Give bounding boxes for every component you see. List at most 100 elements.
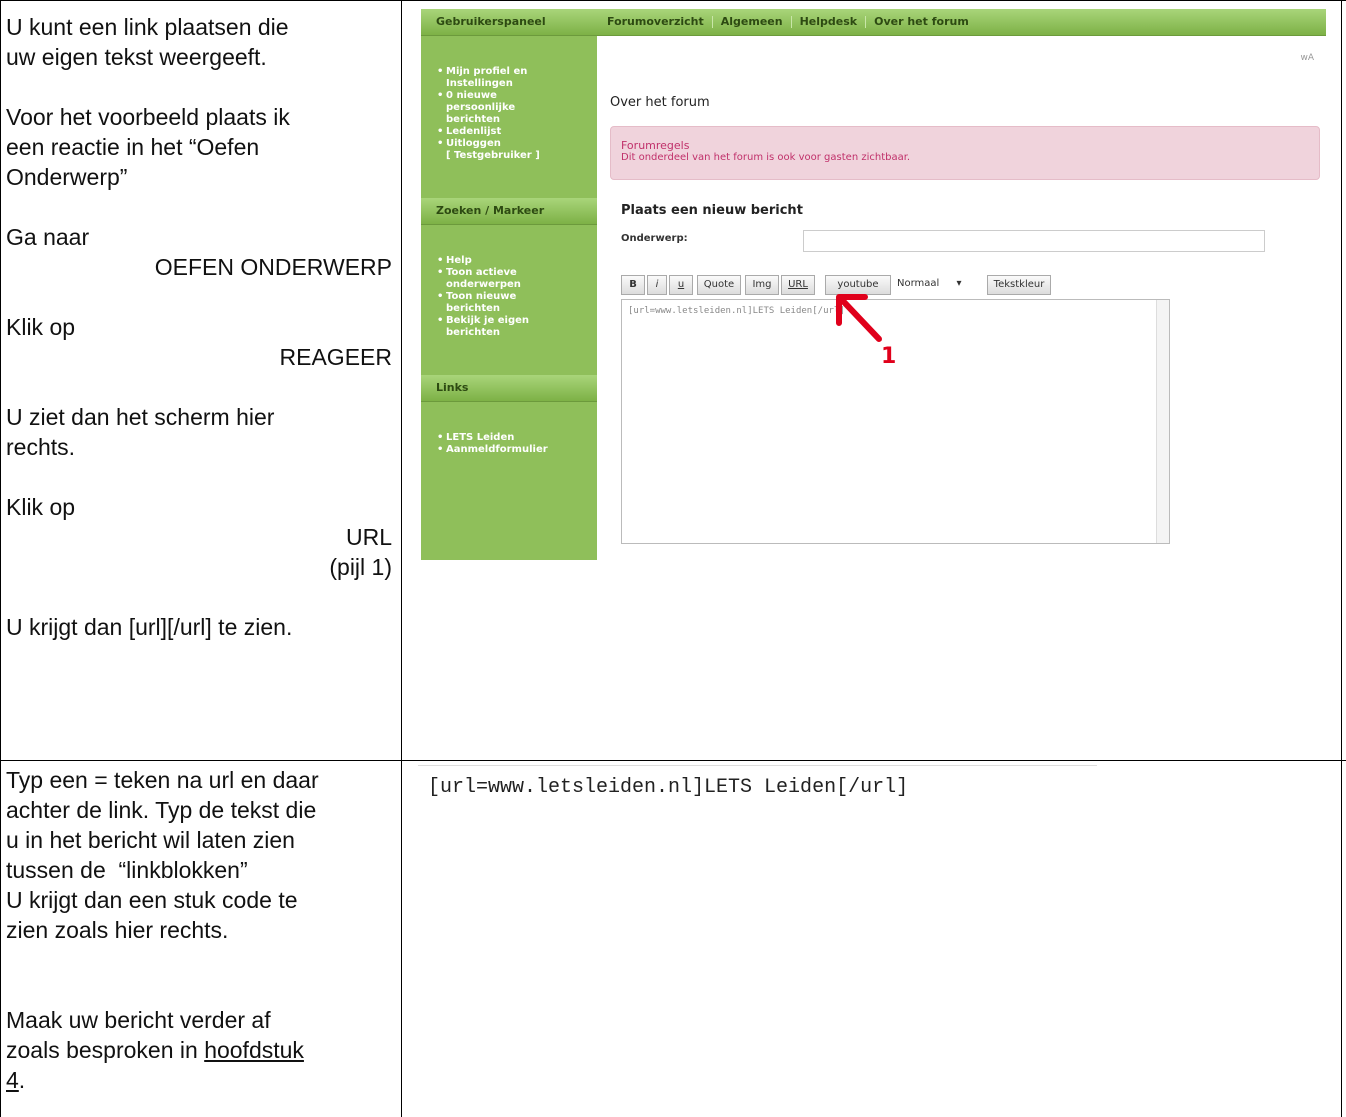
forum-screenshot: Gebruikerspaneel Mijn profiel enInstelli… <box>421 9 1326 560</box>
text-line: U krijgt dan een stuk code te <box>6 887 298 913</box>
para-link-intro: U kunt een link plaatsen die uw eigen te… <box>6 12 392 72</box>
menu-label: Uitloggen <box>446 138 501 149</box>
menu-label: Help <box>446 255 472 266</box>
text-line: rechts. <box>6 434 76 460</box>
menu-label: onderwerpen <box>446 279 521 290</box>
sidebar-item-lets-leiden[interactable]: LETS Leiden <box>437 432 597 444</box>
para-example: Voor het voorbeeld plaats ik een reactie… <box>6 102 392 192</box>
bold-button[interactable]: B <box>621 275 645 295</box>
sidebar-item-active-topics[interactable]: Toon actieveonderwerpen <box>437 267 597 291</box>
font-size-select[interactable]: Normaal ▾ <box>897 275 977 293</box>
sidebar-menu-user: Mijn profiel enInstellingen 0 nieuwepers… <box>421 66 597 162</box>
para-click-reply: Klik op REAGEER <box>6 312 392 372</box>
step-target: REAGEER <box>279 344 392 370</box>
sidebar-menu-search: Help Toon actieveonderwerpen Toon nieuwe… <box>421 255 597 339</box>
sidebar-heading-user-panel: Gebruikerspaneel <box>421 9 597 36</box>
text-line: Onderwerp” <box>6 164 128 190</box>
text-line: zien zoals hier rechts. <box>6 917 229 943</box>
menu-label: persoonlijke <box>446 102 516 113</box>
red-arrow-icon: 1 <box>836 294 896 369</box>
select-value: Normaal <box>897 278 940 289</box>
menu-label: LETS Leiden <box>446 432 515 443</box>
para-result: U krijgt dan [url][/url] te zien. <box>6 614 293 640</box>
nav-link-about[interactable]: Over het forum <box>874 15 969 28</box>
text-color-button[interactable]: Tekstkleur <box>987 275 1051 295</box>
arrow-note: (pijl 1) <box>329 554 392 580</box>
sidebar-heading-search: Zoeken / Markeer <box>421 198 597 225</box>
sidebar-item-memberlist[interactable]: Ledenlijst <box>437 126 597 138</box>
menu-label: Aanmeldformulier <box>446 444 548 455</box>
subject-label: Onderwerp: <box>621 233 688 244</box>
text-line: Voor het voorbeeld plaats ik <box>6 104 290 130</box>
text-line: Ga naar <box>6 224 90 250</box>
nav-link-general[interactable]: Algemeen <box>721 15 783 28</box>
editor-scrollbar[interactable] <box>1156 300 1169 543</box>
forum-topbar: Forumoverzicht Algemeen Helpdesk Over het f… <box>597 9 1326 36</box>
menu-label: berichten <box>446 114 501 125</box>
sidebar-menu-links: LETS Leiden Aanmeldformulier <box>421 432 597 456</box>
subject-input[interactable] <box>803 230 1265 252</box>
text-line-with-link: 4. <box>6 1065 392 1095</box>
font-size-icon[interactable]: wA <box>1300 53 1314 63</box>
text-line: tussen de “linkblokken” <box>6 857 248 883</box>
rules-text: Dit onderdeel van het forum is ook voor … <box>621 152 911 163</box>
text-line-with-link: zoals besproken in hoofdstuk <box>6 1035 392 1065</box>
chapter-link[interactable]: hoofdstuk <box>204 1037 304 1063</box>
text-line: Klik op <box>6 494 76 520</box>
text-span: . <box>18 1067 26 1093</box>
chapter-link-number[interactable]: 4 <box>6 1067 19 1093</box>
sidebar-item-new-posts[interactable]: Toon nieuweberichten <box>437 291 597 315</box>
menu-label: Instellingen <box>446 78 513 89</box>
menu-label: Ledenlijst <box>446 126 502 137</box>
sidebar-item-own-posts[interactable]: Bekijk je eigenberichten <box>437 315 597 339</box>
para-goto: Ga naar OEFEN ONDERWERP <box>6 222 392 282</box>
sidebar-item-profile[interactable]: Mijn profiel enInstellingen <box>437 66 597 90</box>
text-line: uw eigen tekst weergeeft. <box>6 44 267 70</box>
text-line: achter de link. Typ de tekst die <box>6 797 317 823</box>
step-target: URL <box>345 524 392 550</box>
text-line: Maak uw bericht verder af <box>6 1007 271 1033</box>
nav-link-helpdesk[interactable]: Helpdesk <box>800 15 858 28</box>
table-border-left <box>0 0 1 1117</box>
sidebar-item-logout[interactable]: Uitloggen[ Testgebruiker ] <box>437 138 597 162</box>
table-border-right <box>1341 0 1342 1117</box>
menu-label: 0 nieuwe <box>446 90 497 101</box>
form-title: Plaats een nieuw bericht <box>621 203 803 218</box>
page-title: Over het forum <box>610 95 710 110</box>
editor-content: [url=www.letsleiden.nl]LETS Leiden[/url] <box>628 306 845 316</box>
breadcrumb: Forumoverzicht Algemeen Helpdesk Over het f… <box>607 9 969 35</box>
text-span: zoals besproken in <box>6 1037 205 1063</box>
underline-button[interactable]: u <box>669 275 693 295</box>
sidebar-item-messages[interactable]: 0 nieuwepersoonlijkeberichten <box>437 90 597 126</box>
quote-button[interactable]: Quote <box>697 275 741 295</box>
arrow-number: 1 <box>881 344 896 369</box>
table-border-top <box>0 0 1346 1</box>
text-line: U kunt een link plaatsen die <box>6 14 289 40</box>
code-sample: [url=www.letsleiden.nl]LETS Leiden[/url] <box>428 776 909 799</box>
rules-title[interactable]: Forumregels <box>621 139 689 152</box>
img-button[interactable]: Img <box>745 275 779 295</box>
url-button[interactable]: URL <box>781 275 815 295</box>
step-target: OEFEN ONDERWERP <box>154 254 392 280</box>
sidebar-item-signup-form[interactable]: Aanmeldformulier <box>437 444 597 456</box>
forum-rules-box: Forumregels Dit onderdeel van het forum … <box>610 126 1320 180</box>
menu-label: Mijn profiel en <box>446 66 528 77</box>
text-line: U ziet dan het scherm hier <box>6 404 275 430</box>
table-divider-column <box>401 0 402 1117</box>
menu-label: Bekijk je eigen <box>446 315 530 326</box>
editor-toolbar: B i u Quote Img URL youtube Normaal ▾ Te… <box>621 275 1311 297</box>
para-screen: U ziet dan het scherm hier rechts. <box>6 402 392 462</box>
text-line: een reactie in het “Oefen <box>6 134 260 160</box>
chevron-down-icon: ▾ <box>956 278 962 289</box>
username: [ Testgebruiker ] <box>446 150 540 161</box>
forum-sidebar: Gebruikerspaneel Mijn profiel enInstelli… <box>421 9 597 560</box>
italic-button[interactable]: i <box>647 275 667 295</box>
instructions-bottom: Typ een = teken na url en daar achter de… <box>6 765 392 1095</box>
code-divider <box>418 765 1097 766</box>
table-divider-row <box>0 760 1346 761</box>
text-line: Typ een = teken na url en daar <box>6 767 319 793</box>
nav-link-forum-overview[interactable]: Forumoverzicht <box>607 15 704 28</box>
instructions-top: U kunt een link plaatsen die uw eigen te… <box>6 12 392 642</box>
para-click-url: Klik op URL (pijl 1) <box>6 492 392 582</box>
sidebar-item-help[interactable]: Help <box>437 255 597 267</box>
